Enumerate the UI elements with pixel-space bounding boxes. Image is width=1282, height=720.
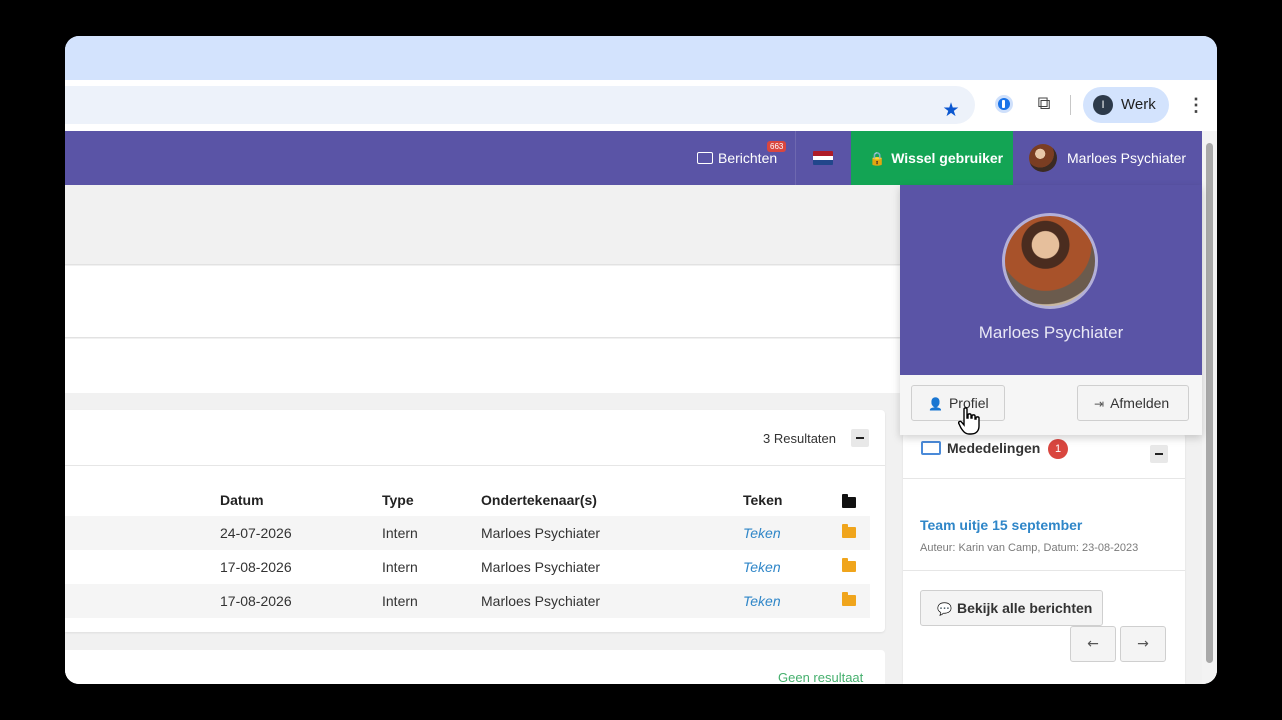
- content-panel-2: [65, 339, 900, 393]
- lock-icon: 🔒: [869, 152, 886, 167]
- view-all-messages-button[interactable]: 💬 Bekijk alle berichten: [920, 590, 1103, 626]
- toolbar-divider: [1070, 95, 1071, 115]
- no-results-label: Geen resultaat: [778, 670, 864, 684]
- web-page: Berichten 663 🔒 Wissel gebruiker Marloes …: [65, 131, 1217, 684]
- kebab-menu-icon[interactable]: ⋮: [1187, 93, 1205, 117]
- switch-user-button[interactable]: 🔒 Wissel gebruiker: [851, 131, 1013, 185]
- browser-toolbar: ★ ⧉ I Werk ⋮: [65, 80, 1217, 131]
- extensions-icon[interactable]: ⧉: [1033, 93, 1055, 115]
- announcements-title: Mededelingen: [947, 440, 1041, 456]
- nav-divider: [795, 131, 796, 185]
- previous-button[interactable]: ←: [1070, 626, 1116, 662]
- user-dropdown-name: Marloes Psychiater: [978, 323, 1124, 342]
- next-button[interactable]: →: [1120, 626, 1166, 662]
- cell-type: Intern: [382, 525, 418, 541]
- col-header-type[interactable]: Type: [382, 492, 414, 508]
- star-icon[interactable]: ★: [941, 100, 961, 120]
- announcement-title-link[interactable]: Team uitje 15 september: [920, 517, 1082, 533]
- col-header-signers[interactable]: Ondertekenaar(s): [481, 492, 597, 508]
- browser-window: ★ ⧉ I Werk ⋮ Berichten 663 🔒 Wissel gebru…: [65, 36, 1217, 684]
- page-scrollbar[interactable]: [1202, 131, 1217, 684]
- messages-count-badge: 663: [767, 141, 787, 152]
- sign-link[interactable]: Teken: [743, 559, 781, 575]
- table-row: 17-08-2026 Intern Marloes Psychiater Tek…: [65, 584, 870, 618]
- user-dropdown-header: Marloes Psychiater: [900, 185, 1202, 375]
- cell-signer: Marloes Psychiater: [481, 559, 601, 575]
- announcements-card: Mededelingen 1 Team uitje 15 september A…: [903, 433, 1185, 684]
- content-panel: [65, 266, 900, 338]
- col-header-datum[interactable]: Datum: [220, 492, 264, 508]
- cell-datum: 17-08-2026: [220, 559, 292, 575]
- cell-type: Intern: [382, 593, 418, 609]
- table-row: 17-08-2026 Intern Marloes Psychiater Tek…: [65, 550, 870, 584]
- top-navigation: Berichten 663 🔒 Wissel gebruiker Marloes …: [65, 131, 1202, 185]
- table-row: 24-07-2026 Intern Marloes Psychiater Tek…: [65, 516, 870, 550]
- view-all-label: Bekijk alle berichten: [956, 600, 1093, 616]
- cell-type: Intern: [382, 559, 418, 575]
- folder-icon[interactable]: [842, 524, 856, 538]
- page-header-area: [65, 185, 900, 265]
- documents-card: 3 Resultaten Datum Type Ondertekenaar(s)…: [65, 410, 885, 632]
- divider: [903, 570, 1185, 571]
- logout-label: Afmelden: [1110, 395, 1170, 411]
- announcement-meta: Auteur: Karin van Camp, Datum: 23-08-202…: [920, 542, 1139, 554]
- folder-icon[interactable]: [842, 558, 856, 572]
- cell-signer: Marloes Psychiater: [481, 593, 601, 609]
- collapse-button[interactable]: [1150, 445, 1168, 463]
- collapse-button[interactable]: [851, 429, 869, 447]
- folder-icon: [842, 494, 856, 508]
- dutch-flag-icon[interactable]: [813, 151, 833, 165]
- browser-profile-button[interactable]: I Werk: [1083, 87, 1169, 123]
- logout-button[interactable]: ⇥ Afmelden: [1077, 385, 1189, 421]
- secondary-card: Geen resultaat: [65, 650, 885, 684]
- hand-cursor-icon: [958, 407, 980, 435]
- announcements-count-badge: 1: [1048, 439, 1068, 459]
- arrow-right-icon: →: [1137, 636, 1149, 652]
- sign-link[interactable]: Teken: [743, 525, 781, 541]
- user-profile-photo: [1002, 213, 1098, 309]
- announcements-header: Mededelingen 1: [903, 433, 1185, 479]
- cell-datum: 17-08-2026: [220, 593, 292, 609]
- address-bar[interactable]: ★: [65, 86, 975, 124]
- side-card-bottom: [903, 667, 1185, 684]
- col-header-teken[interactable]: Teken: [743, 492, 782, 508]
- newspaper-icon: [921, 441, 941, 455]
- cell-datum: 24-07-2026: [220, 525, 292, 541]
- messages-link[interactable]: Berichten 663: [687, 131, 797, 185]
- folder-icon[interactable]: [842, 592, 856, 606]
- comments-icon: 💬: [937, 602, 952, 616]
- user-dropdown-menu: Marloes Psychiater 👤 Profiel ⇥ Afmelden: [900, 185, 1202, 435]
- tab-strip: [65, 36, 1217, 80]
- user-menu-toggle[interactable]: Marloes Psychiater: [1013, 131, 1202, 185]
- scrollbar-thumb[interactable]: [1206, 143, 1213, 663]
- messages-label: Berichten: [718, 150, 778, 166]
- card-header: 3 Resultaten: [65, 410, 885, 466]
- cell-signer: Marloes Psychiater: [481, 525, 601, 541]
- sign-out-icon: ⇥: [1094, 397, 1105, 411]
- sign-link[interactable]: Teken: [743, 593, 781, 609]
- user-icon: 👤: [928, 397, 943, 411]
- user-name: Marloes Psychiater: [1067, 150, 1187, 166]
- arrow-left-icon: ←: [1087, 636, 1099, 652]
- switch-user-label: Wissel gebruiker: [891, 150, 1004, 166]
- profile-label: Werk: [1121, 96, 1156, 113]
- user-avatar: [1029, 144, 1057, 172]
- password-manager-icon[interactable]: [995, 95, 1013, 113]
- results-count: 3 Resultaten: [763, 431, 836, 446]
- envelope-icon: [697, 152, 713, 164]
- profile-avatar: I: [1093, 95, 1113, 115]
